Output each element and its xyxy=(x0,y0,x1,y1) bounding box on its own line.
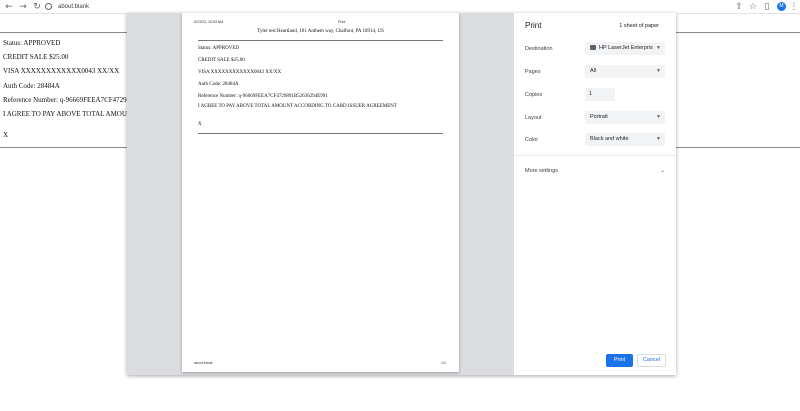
printer-icon xyxy=(590,44,596,50)
preview-line: Status: APPROVED xyxy=(198,46,239,51)
star-icon[interactable]: ☆ xyxy=(747,1,759,13)
preview-line: Reference Number: q-96669FEEA7CF4729891B… xyxy=(198,94,328,99)
forward-icon[interactable]: → xyxy=(17,1,29,13)
preview-header-title: Print xyxy=(338,20,346,24)
preview-footer-url: about:blank xyxy=(194,361,213,365)
destination-value: HP LaserJet Enterpris xyxy=(599,45,653,51)
menu-icon[interactable]: ⋮ xyxy=(788,1,800,13)
print-settings-panel: Print 1 sheet of paper Destination HP La… xyxy=(514,13,676,375)
receipt-line: Status: APPROVED xyxy=(3,39,61,47)
address-bar[interactable]: about:blank xyxy=(43,1,743,13)
destination-label: Destination xyxy=(525,46,553,52)
receipt-line: Auth Code: 28484A xyxy=(3,82,60,90)
destination-select[interactable]: HP LaserJet Enterpris ▼ xyxy=(585,42,665,55)
pages-value: All xyxy=(590,68,597,74)
receipt-line: CREDIT SALE $25.00 xyxy=(3,53,69,61)
preview-footer-page: 1/1 xyxy=(441,361,446,365)
print-dialog: 6/23/23, 10:53 AM Print Tyler test Heart… xyxy=(127,13,676,375)
preview-line: I AGREE TO PAY ABOVE TOTAL AMOUNT ACCORD… xyxy=(198,104,397,109)
preview-merchant: Tyler test Heartland, 101 Anthem way, Ch… xyxy=(257,29,384,34)
preview-line: Auth Code: 28484A xyxy=(198,82,239,87)
print-preview-area: 6/23/23, 10:53 AM Print Tyler test Heart… xyxy=(127,13,514,375)
more-settings-toggle[interactable]: More settings ⌄ xyxy=(525,168,665,178)
color-select[interactable]: Black and white ▼ xyxy=(585,133,665,146)
reload-icon[interactable]: ↻ xyxy=(31,1,43,13)
copies-label: Copies xyxy=(525,92,543,98)
share-icon[interactable]: ⇪ xyxy=(733,1,745,13)
chevron-down-icon: ▼ xyxy=(656,68,661,74)
print-title: Print xyxy=(525,21,542,30)
receipt-line: I AGREE TO PAY ABOVE TOTAL AMOUNT xyxy=(3,110,137,118)
pages-select[interactable]: All ▼ xyxy=(585,65,665,78)
browser-toolbar: ← → ↻ about:blank ⇪ ☆ ▯ M ⋮ xyxy=(0,0,800,14)
chevron-down-icon: ▼ xyxy=(656,136,661,142)
signature-x: X xyxy=(3,131,9,139)
copies-input[interactable]: 1 xyxy=(585,88,615,101)
info-icon[interactable] xyxy=(45,3,52,10)
layout-select[interactable]: Portrait ▼ xyxy=(585,111,665,124)
preview-line: VISA XXXXXXXXXXXX0043 XX/XX xyxy=(198,70,282,75)
preview-page: 6/23/23, 10:53 AM Print Tyler test Heart… xyxy=(182,13,459,372)
pages-label: Pages xyxy=(525,69,541,75)
sidebar-icon[interactable]: ▯ xyxy=(761,1,773,13)
settings-divider xyxy=(514,155,676,156)
chevron-down-icon: ⌄ xyxy=(659,168,665,174)
url-text[interactable]: about:blank xyxy=(58,1,89,13)
preview-line: CREDIT SALE $25.00 xyxy=(198,58,245,63)
preview-date: 6/23/23, 10:53 AM xyxy=(194,20,224,24)
layout-label: Layout xyxy=(525,115,542,121)
receipt-line: Reference Number: q-96669FEEA7CF4729891 xyxy=(3,96,138,104)
chevron-down-icon: ▼ xyxy=(656,114,661,120)
preview-divider xyxy=(198,133,443,134)
color-label: Color xyxy=(525,137,539,143)
layout-value: Portrait xyxy=(590,114,608,120)
color-value: Black and white xyxy=(590,136,629,142)
more-settings-label: More settings xyxy=(525,168,559,174)
avatar[interactable]: M xyxy=(777,2,786,11)
back-icon[interactable]: ← xyxy=(3,1,15,13)
sheet-count: 1 sheet of paper xyxy=(619,23,659,29)
print-button[interactable]: Print xyxy=(606,354,633,367)
preview-signature-x: X xyxy=(198,122,202,127)
receipt-line: VISA XXXXXXXXXXXX0043 XX/XX xyxy=(3,67,120,75)
cancel-button[interactable]: Cancel xyxy=(637,354,666,367)
chevron-down-icon: ▼ xyxy=(656,45,661,51)
preview-divider xyxy=(198,40,443,41)
